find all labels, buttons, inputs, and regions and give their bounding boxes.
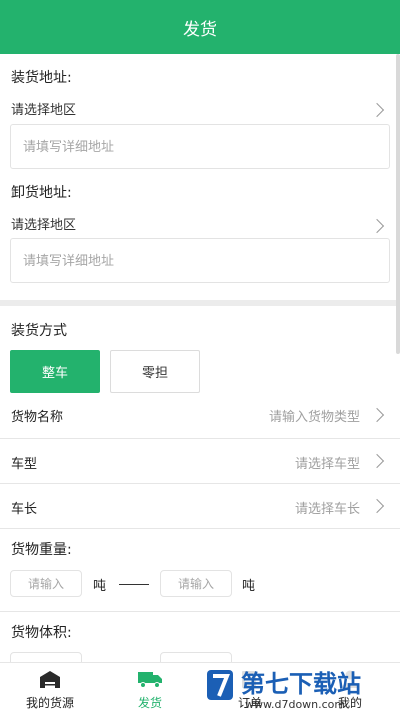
- weight-max-input[interactable]: 请输入: [160, 570, 232, 597]
- app-header: 发货: [0, 0, 400, 54]
- loading-detail-placeholder: 请填写详细地址: [23, 140, 115, 155]
- vehicle-length-label: 车长: [11, 502, 38, 517]
- vehicle-type-selector[interactable]: 请选择车型: [295, 453, 360, 472]
- weight-unit-label: 吨: [93, 579, 107, 594]
- goods-volume-label: 货物体积:: [11, 625, 72, 641]
- tab-label: 我的货源: [25, 696, 74, 710]
- unloading-address-label: 卸货地址:: [11, 185, 72, 201]
- tab-my-goods[interactable]: 我的货源: [0, 663, 100, 711]
- full-truckload-button[interactable]: 整车: [10, 350, 100, 393]
- tab-ship[interactable]: 发货: [100, 663, 200, 711]
- vehicle-type-label: 车型: [11, 457, 38, 472]
- less-than-truckload-button[interactable]: 零担: [110, 350, 200, 393]
- volume-min-input[interactable]: [10, 652, 82, 662]
- unloading-detail-placeholder: 请填写详细地址: [23, 254, 115, 269]
- weight-unit-label: 吨: [242, 579, 256, 594]
- svg-text:第七下载站: 第七下载站: [241, 670, 361, 698]
- row-divider: [0, 611, 400, 612]
- volume-max-input[interactable]: [160, 652, 232, 662]
- chevron-right-icon: [369, 498, 385, 514]
- range-dash: [119, 584, 149, 585]
- vehicle-length-selector[interactable]: 请选择车长: [295, 498, 360, 517]
- page-title: 发货: [183, 19, 217, 40]
- row-divider: [0, 438, 400, 439]
- chevron-right-icon: [369, 453, 385, 469]
- scrollbar[interactable]: [396, 54, 400, 354]
- truck-icon: [138, 672, 162, 688]
- loading-address-label: 装货地址:: [11, 70, 72, 86]
- chevron-right-icon: [369, 407, 385, 423]
- loading-region-selector[interactable]: 请选择地区: [11, 99, 76, 118]
- unloading-region-selector[interactable]: 请选择地区: [11, 214, 76, 233]
- goods-name-label: 货物名称: [11, 410, 64, 425]
- loading-detail-address-input[interactable]: 请填写详细地址: [10, 124, 390, 169]
- svg-text:www.d7down.com: www.d7down.com: [245, 698, 345, 711]
- goods-weight-label: 货物重量:: [11, 542, 72, 558]
- tab-label: 发货: [137, 696, 162, 710]
- section-divider: [0, 300, 400, 306]
- goods-name-input[interactable]: 请输入货物类型: [269, 406, 360, 425]
- chevron-right-icon: [369, 218, 385, 234]
- watermark-logo: 第七下载站 www.d7down.com: [205, 664, 400, 711]
- warehouse-icon: [40, 671, 60, 688]
- unloading-detail-address-input[interactable]: 请填写详细地址: [10, 238, 390, 283]
- load-method-label: 装货方式: [11, 323, 67, 339]
- row-divider: [0, 483, 400, 484]
- row-divider: [0, 528, 400, 529]
- chevron-right-icon: [369, 102, 385, 118]
- form-scroll-area[interactable]: 装货地址: 请选择地区 请填写详细地址 卸货地址: 请选择地区 请填写详细地址 …: [0, 54, 400, 662]
- weight-min-input[interactable]: 请输入: [10, 570, 82, 597]
